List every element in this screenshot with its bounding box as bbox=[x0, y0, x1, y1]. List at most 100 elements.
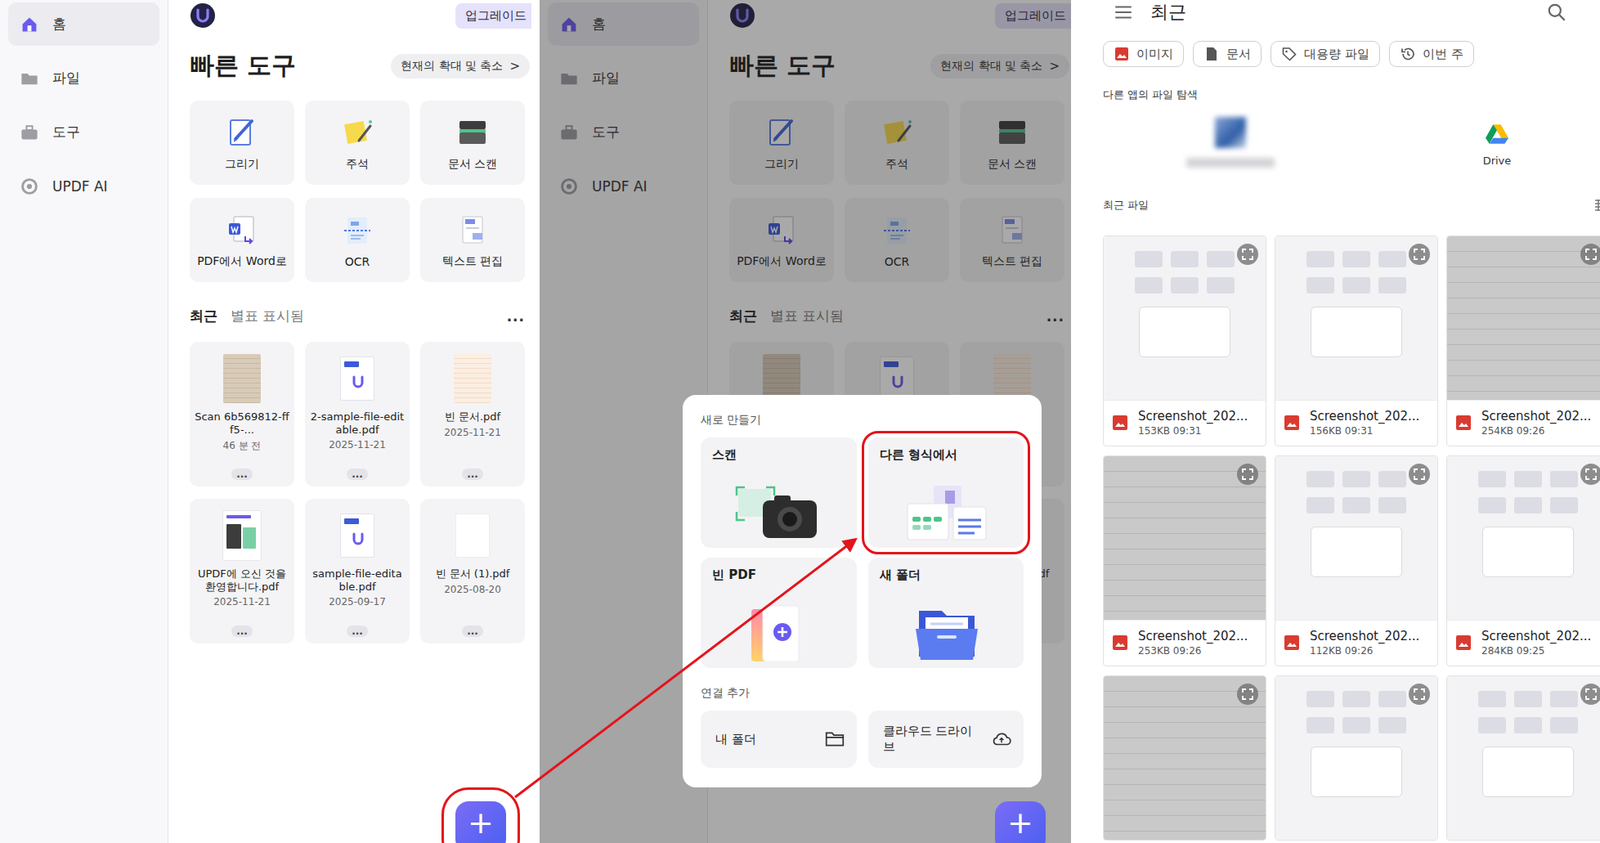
create-option[interactable]: 새 폴더 bbox=[868, 557, 1025, 668]
filter-chip[interactable]: 대용량 파일 bbox=[1270, 40, 1381, 68]
filter-chip[interactable]: 이번 주 bbox=[1389, 40, 1475, 68]
tool-grid: 그리기주석문서 스캔 PDF에서 Word로OCR텍스트 편집 bbox=[189, 100, 532, 283]
list-view-icon[interactable] bbox=[1593, 197, 1600, 214]
sidebar-item[interactable]: 도구 bbox=[8, 110, 160, 154]
folder-icon bbox=[19, 68, 40, 89]
recent-file-card[interactable]: Screenshot_202...284KB 09:25 bbox=[1446, 455, 1600, 667]
recent-files-header: 최근 파일 bbox=[1102, 197, 1600, 214]
connections: 내 폴더클라우드 드라이브 bbox=[700, 710, 1024, 768]
file-card[interactable]: UPDF에 오신 것을 환영합니다.pdf2025-11-21... bbox=[189, 498, 295, 644]
recent-file-card[interactable] bbox=[1446, 675, 1600, 841]
tool-card[interactable]: OCR bbox=[304, 197, 410, 283]
connection-button[interactable]: 클라우드 드라이브 bbox=[868, 710, 1025, 768]
add-button[interactable]: + bbox=[994, 801, 1046, 843]
expand-icon[interactable] bbox=[1407, 682, 1431, 706]
tag-icon bbox=[1281, 45, 1298, 63]
pdf-to-word-icon bbox=[224, 211, 260, 248]
app-shortcut[interactable] bbox=[1102, 116, 1358, 176]
file-thumbnail bbox=[222, 510, 262, 561]
recent-file-card[interactable]: Screenshot_202...253KB 09:26 bbox=[1102, 455, 1267, 667]
upgrade-button[interactable]: 업그레이드 bbox=[455, 3, 532, 29]
add-button[interactable]: + bbox=[455, 801, 507, 843]
file-more-button[interactable]: ... bbox=[346, 468, 368, 480]
file-card[interactable]: 빈 문서.pdf2025-11-21... bbox=[420, 341, 525, 487]
text-edit-icon bbox=[454, 211, 491, 248]
file-more-button[interactable]: ... bbox=[461, 468, 484, 480]
file-tabs: 최근 별표 표시됨... bbox=[189, 306, 525, 326]
expand-icon[interactable] bbox=[1407, 462, 1431, 486]
file-card[interactable]: sample-file-editable.pdf2025-09-17... bbox=[304, 498, 410, 644]
create-option[interactable]: 다른 형식에서 bbox=[868, 437, 1025, 548]
tool-card[interactable]: 문서 스캔 bbox=[420, 100, 525, 185]
recent-files-grid: Screenshot_202...153KB 09:31Screenshot_2… bbox=[1102, 235, 1600, 841]
file-more-button[interactable]: ... bbox=[461, 625, 484, 637]
recent-file-card[interactable]: Screenshot_202...112KB 09:26 bbox=[1274, 455, 1439, 667]
file-grid: Scan 6b569812-fff5-...46 분 전...2-sample-… bbox=[189, 341, 532, 644]
sidebar-item[interactable]: UPDF AI bbox=[8, 164, 160, 208]
ai-icon bbox=[19, 176, 40, 197]
file-tab[interactable]: 최근 bbox=[189, 306, 218, 326]
updf-logo-icon bbox=[189, 2, 216, 29]
file-thumbnail bbox=[340, 353, 375, 404]
recent-file-card[interactable]: Screenshot_202...156KB 09:31 bbox=[1274, 235, 1439, 447]
tool-card[interactable]: PDF에서 Word로 bbox=[189, 197, 295, 283]
file-thumbnail bbox=[1103, 236, 1266, 400]
sidebar-item[interactable]: 파일 bbox=[8, 56, 160, 100]
file-thumbnail bbox=[1275, 456, 1438, 620]
home-screen: 홈파일도구UPDF AI업그레이드빠른 도구현재의 확대 및 축소>그리기주석문… bbox=[539, 0, 1072, 843]
recent-file-card[interactable]: Screenshot_202...153KB 09:31 bbox=[1102, 235, 1267, 447]
other-apps-title: 다른 앱의 파일 탐색 bbox=[1102, 87, 1600, 103]
expand-icon[interactable] bbox=[1407, 242, 1431, 266]
file-thumbnail bbox=[1447, 676, 1600, 840]
home-icon bbox=[19, 14, 40, 35]
blurred-app-label bbox=[1186, 157, 1275, 168]
file-card[interactable]: Scan 6b569812-fff5-...46 분 전... bbox=[189, 341, 295, 487]
file-card[interactable]: 빈 문서 (1).pdf2025-08-20... bbox=[420, 498, 525, 644]
tool-card[interactable]: 주석 bbox=[304, 100, 410, 185]
filter-chips: 이미지 문서 대용량 파일 이번 주 bbox=[1102, 40, 1600, 68]
file-thumbnail bbox=[223, 353, 261, 404]
zoom-button[interactable]: 현재의 확대 및 축소> bbox=[390, 53, 530, 79]
file-more-button[interactable]: ... bbox=[231, 625, 253, 637]
tool-card[interactable]: 그리기 bbox=[189, 100, 295, 185]
create-options: 스캔다른 형식에서빈 PDF새 폴더 bbox=[700, 437, 1024, 668]
file-thumbnail bbox=[1447, 456, 1600, 620]
connection-button[interactable]: 내 폴더 bbox=[700, 710, 857, 768]
recent-file-card[interactable] bbox=[1102, 675, 1267, 841]
image-icon bbox=[1113, 45, 1130, 63]
search-icon[interactable] bbox=[1546, 1, 1568, 23]
camera-icon bbox=[733, 484, 824, 542]
expand-icon[interactable] bbox=[1579, 682, 1600, 706]
file-card[interactable]: 2-sample-file-editable.pdf2025-11-21... bbox=[304, 341, 410, 487]
expand-icon[interactable] bbox=[1236, 242, 1260, 266]
sidebar-item[interactable]: 홈 bbox=[8, 2, 160, 46]
draw-icon bbox=[224, 114, 260, 151]
more-button[interactable]: ... bbox=[506, 308, 525, 325]
image-file-icon bbox=[1283, 414, 1300, 431]
expand-icon[interactable] bbox=[1579, 462, 1600, 486]
expand-icon[interactable] bbox=[1579, 242, 1600, 266]
convert-icon bbox=[900, 484, 991, 542]
expand-icon[interactable] bbox=[1236, 462, 1260, 486]
sheet-title: 새로 만들기 bbox=[700, 412, 1024, 428]
recent-file-card[interactable]: Screenshot_202...254KB 09:26 bbox=[1446, 235, 1600, 447]
file-more-button[interactable]: ... bbox=[231, 468, 253, 480]
app-shortcut[interactable]: Drive bbox=[1357, 116, 1600, 176]
file-tab[interactable]: 별표 표시됨 bbox=[230, 306, 305, 326]
other-apps: Drive bbox=[1102, 116, 1600, 176]
file-more-button[interactable]: ... bbox=[346, 625, 368, 637]
recent-file-card[interactable] bbox=[1274, 675, 1439, 841]
home-main: 업그레이드빠른 도구 현재의 확대 및 축소> 그리기주석문서 스캔 PDF에서 Wo… bbox=[168, 0, 532, 843]
create-option[interactable]: 스캔 bbox=[700, 437, 857, 548]
tool-card[interactable]: 텍스트 편집 bbox=[420, 197, 525, 283]
drive-icon bbox=[1485, 123, 1509, 145]
filter-chip[interactable]: 문서 bbox=[1192, 40, 1262, 68]
annotate-icon bbox=[339, 114, 376, 151]
cloud-icon bbox=[990, 728, 1013, 750]
expand-icon[interactable] bbox=[1236, 682, 1260, 706]
quick-tools-title: 빠른 도구 bbox=[189, 49, 296, 83]
menu-icon[interactable] bbox=[1112, 1, 1134, 23]
create-option[interactable]: 빈 PDF bbox=[700, 557, 857, 668]
filter-chip[interactable]: 이미지 bbox=[1102, 40, 1184, 68]
screen: 홈파일도구UPDF AI업그레이드빠른 도구현재의 확대 및 축소>그리기주석문… bbox=[0, 0, 1600, 843]
